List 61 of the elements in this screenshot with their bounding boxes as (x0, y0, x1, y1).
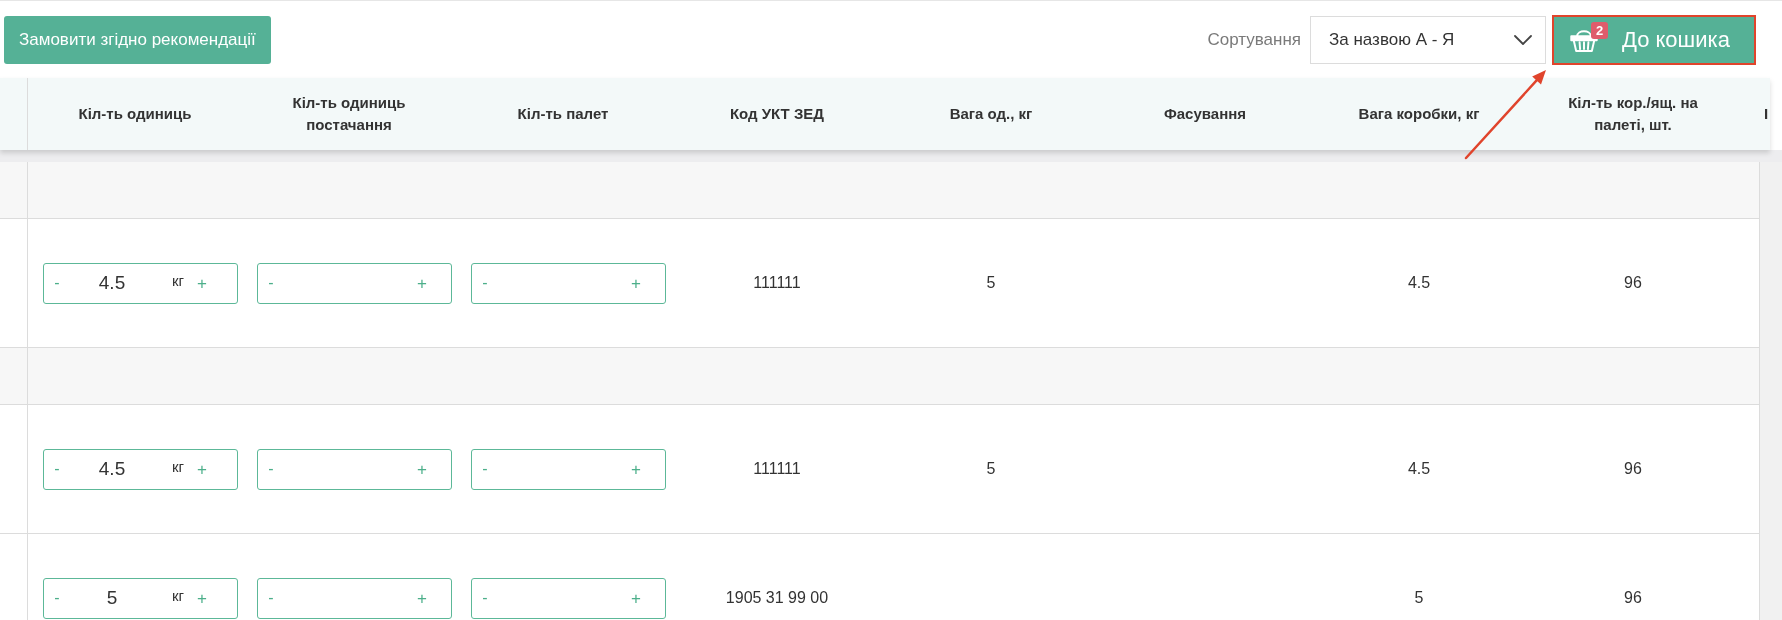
table-cell-text: 96 (1624, 588, 1642, 608)
quantity-field[interactable]: - + (471, 262, 666, 304)
quantity-field[interactable]: - + (257, 448, 452, 490)
decrement-button[interactable]: - (44, 590, 70, 606)
column-header: Вага од., кг (949, 104, 1033, 124)
quantity-field[interactable]: - + (257, 577, 452, 619)
decrement-button[interactable]: - (44, 275, 70, 291)
column-header: Код УКТ ЗЕД (729, 104, 825, 124)
column-header: І (1764, 103, 1769, 124)
column-header: Фасування (1163, 104, 1247, 124)
basket-icon (1570, 27, 1598, 52)
quantity-field[interactable]: - 4.5 кг + (43, 448, 238, 490)
increment-button[interactable]: + (624, 460, 648, 478)
unit-label: кг (170, 586, 185, 607)
scrollbar-track[interactable] (1760, 162, 1782, 620)
quantity-field[interactable]: - + (471, 577, 666, 619)
column-header: Кіл-ть одиниць постачання (291, 93, 407, 135)
increment-button[interactable]: + (624, 274, 648, 292)
table-cell-text: 4.5 (1407, 459, 1431, 479)
table-cell-text: 96 (1624, 273, 1642, 293)
increment-button[interactable]: + (410, 274, 434, 292)
table-cell-text: 111111 (753, 459, 801, 479)
decrement-button[interactable]: - (258, 461, 284, 477)
table-cell-text: 1905 31 99 00 (725, 588, 829, 608)
quantity-value: 4.5 (97, 270, 127, 295)
decrement-button[interactable]: - (472, 590, 498, 606)
decrement-button[interactable]: - (472, 461, 498, 477)
decrement-button[interactable]: - (258, 275, 284, 291)
unit-label: кг (170, 457, 185, 478)
increment-button[interactable]: + (190, 460, 214, 478)
decrement-button[interactable]: - (472, 275, 498, 291)
quantity-field[interactable]: - 4.5 кг + (43, 262, 238, 304)
quantity-field[interactable]: - + (471, 448, 666, 490)
cart-count-badge: 2 (1591, 21, 1608, 39)
increment-button[interactable]: + (190, 274, 214, 292)
table-cell-text: 5 (1414, 588, 1424, 608)
cart-button[interactable]: 2 До кошика (1552, 14, 1756, 65)
increment-button[interactable]: + (190, 589, 214, 607)
quantity-field[interactable]: - 5 кг + (43, 577, 238, 619)
table-cell-text: 5 (986, 273, 996, 293)
quantity-value: 5 (105, 585, 119, 610)
column-header: Кіл-ть одиниць (78, 104, 192, 124)
order-recommendation-button[interactable]: Замовити згідно рекомендації (4, 15, 271, 64)
column-header: Кіл-ть кор./ящ. на палеті, шт. (1567, 93, 1699, 135)
column-header: Кіл-ть палет (517, 104, 609, 124)
column-header: Вага коробки, кг (1358, 104, 1480, 124)
sort-label: Сортування (1207, 28, 1301, 51)
decrement-button[interactable]: - (44, 461, 70, 477)
sort-select[interactable]: За назвою А - Я (1310, 15, 1546, 64)
table-cell-text: 5 (986, 459, 996, 479)
table-cell-text: 111111 (753, 273, 801, 293)
increment-button[interactable]: + (624, 589, 648, 607)
quantity-field[interactable]: - + (257, 262, 452, 304)
increment-button[interactable]: + (410, 460, 434, 478)
chevron-down-icon (1514, 34, 1532, 45)
table-cell-text: 4.5 (1407, 273, 1431, 293)
unit-label: кг (170, 271, 185, 292)
table-cell-text: 96 (1624, 459, 1642, 479)
decrement-button[interactable]: - (258, 590, 284, 606)
increment-button[interactable]: + (410, 589, 434, 607)
quantity-value: 4.5 (97, 456, 127, 481)
